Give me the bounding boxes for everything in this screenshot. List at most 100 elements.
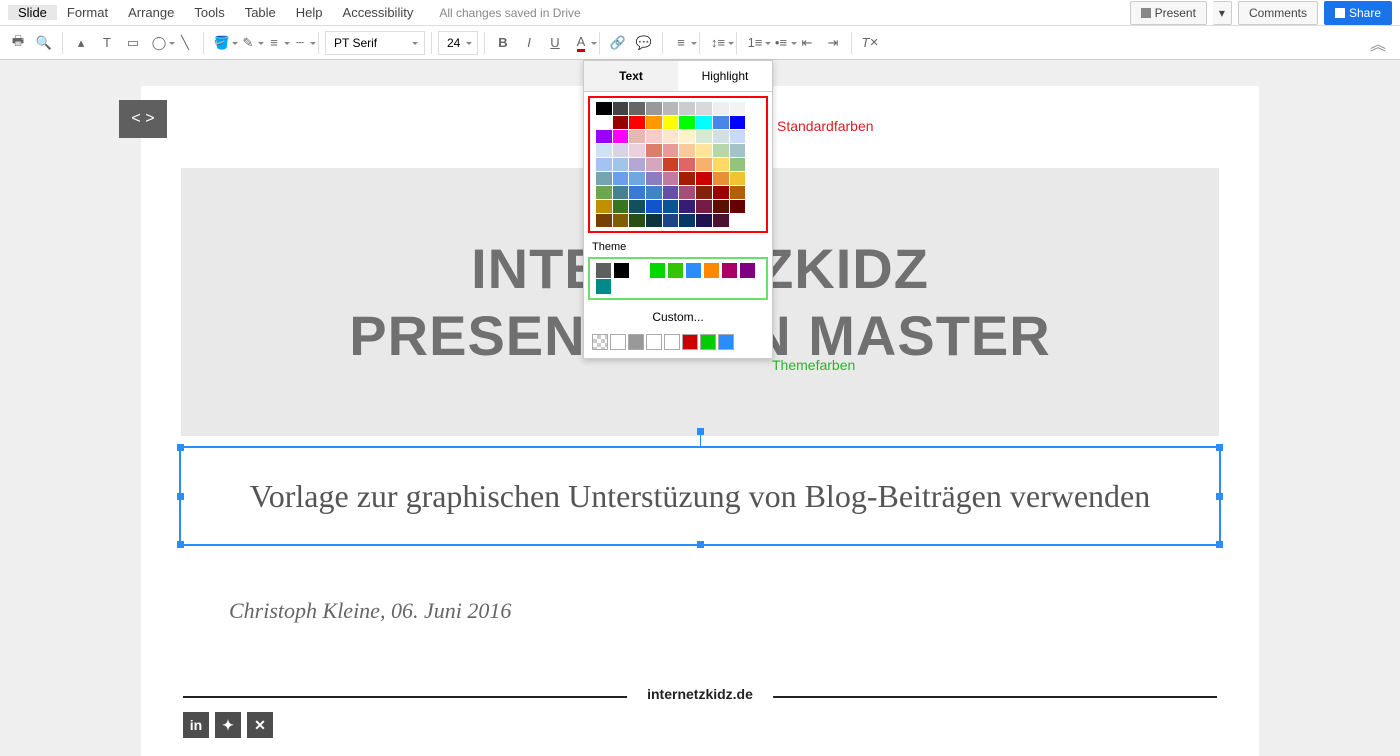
color-swatch[interactable]: [696, 144, 712, 157]
color-swatch[interactable]: [613, 186, 629, 199]
color-swatch[interactable]: [679, 158, 695, 171]
select-tool-icon[interactable]: ▴: [69, 31, 93, 55]
present-dropdown[interactable]: ▾: [1213, 1, 1232, 25]
resize-handle[interactable]: [177, 541, 184, 548]
image-tool-icon[interactable]: ▭: [121, 31, 145, 55]
resize-handle[interactable]: [177, 493, 184, 500]
color-swatch[interactable]: [629, 116, 645, 129]
color-swatch[interactable]: [679, 116, 695, 129]
color-swatch[interactable]: [713, 102, 729, 115]
no-color-swatch[interactable]: [592, 334, 608, 350]
color-swatch[interactable]: [713, 186, 729, 199]
zoom-icon[interactable]: 🔍: [32, 31, 56, 55]
line-color-icon[interactable]: ✎: [236, 31, 260, 55]
line-spacing-button[interactable]: ↕≡: [706, 31, 730, 55]
line-weight-icon[interactable]: ≡: [262, 31, 286, 55]
theme-color-swatch[interactable]: [596, 279, 611, 294]
menu-table[interactable]: Table: [235, 5, 286, 20]
custom-color-swatch[interactable]: [700, 334, 716, 350]
color-swatch[interactable]: [629, 172, 645, 185]
indent-decrease-button[interactable]: ⇤: [795, 31, 819, 55]
color-swatch[interactable]: [646, 186, 662, 199]
color-swatch[interactable]: [629, 186, 645, 199]
color-swatch[interactable]: [646, 144, 662, 157]
theme-color-swatch[interactable]: [740, 263, 755, 278]
align-button[interactable]: ≡: [669, 31, 693, 55]
color-swatch[interactable]: [730, 158, 746, 171]
color-swatch[interactable]: [713, 214, 729, 227]
color-swatch[interactable]: [646, 200, 662, 213]
font-family-select[interactable]: PT Serif: [325, 31, 425, 55]
color-swatch[interactable]: [646, 158, 662, 171]
present-button[interactable]: Present: [1130, 1, 1207, 25]
indent-increase-button[interactable]: ⇥: [821, 31, 845, 55]
color-swatch[interactable]: [613, 102, 629, 115]
color-swatch[interactable]: [696, 116, 712, 129]
color-swatch[interactable]: [596, 102, 612, 115]
color-swatch[interactable]: [663, 214, 679, 227]
theme-color-swatch[interactable]: [632, 263, 647, 278]
color-swatch[interactable]: [596, 214, 612, 227]
tab-highlight[interactable]: Highlight: [678, 61, 772, 92]
color-swatch[interactable]: [730, 144, 746, 157]
rotate-handle[interactable]: [697, 428, 704, 435]
color-swatch[interactable]: [613, 116, 629, 129]
resize-handle[interactable]: [1216, 541, 1223, 548]
italic-button[interactable]: I: [517, 31, 541, 55]
color-swatch[interactable]: [646, 130, 662, 143]
custom-color-swatch[interactable]: [610, 334, 626, 350]
custom-color-button[interactable]: Custom...: [584, 304, 772, 330]
color-swatch[interactable]: [596, 172, 612, 185]
print-icon[interactable]: 🖶: [6, 31, 30, 55]
link-button[interactable]: 🔗: [606, 31, 630, 55]
color-swatch[interactable]: [663, 158, 679, 171]
line-tool-icon[interactable]: ╲: [173, 31, 197, 55]
menu-tools[interactable]: Tools: [184, 5, 234, 20]
color-swatch[interactable]: [696, 130, 712, 143]
comment-button[interactable]: 💬: [632, 31, 656, 55]
color-swatch[interactable]: [613, 130, 629, 143]
color-swatch[interactable]: [713, 200, 729, 213]
color-swatch[interactable]: [696, 158, 712, 171]
resize-handle[interactable]: [1216, 493, 1223, 500]
color-swatch[interactable]: [663, 200, 679, 213]
bulleted-list-button[interactable]: •≡: [769, 31, 793, 55]
color-swatch[interactable]: [730, 200, 746, 213]
custom-color-swatch[interactable]: [718, 334, 734, 350]
color-swatch[interactable]: [646, 116, 662, 129]
color-swatch[interactable]: [629, 144, 645, 157]
color-swatch[interactable]: [713, 116, 729, 129]
color-swatch[interactable]: [629, 214, 645, 227]
color-swatch[interactable]: [696, 200, 712, 213]
custom-color-swatch[interactable]: [628, 334, 644, 350]
textbox-tool-icon[interactable]: T: [95, 31, 119, 55]
color-swatch[interactable]: [663, 130, 679, 143]
subtitle-textbox[interactable]: Vorlage zur graphischen Unterstüzung von…: [179, 446, 1221, 546]
menu-accessibility[interactable]: Accessibility: [333, 5, 424, 20]
custom-color-swatch[interactable]: [682, 334, 698, 350]
color-swatch[interactable]: [679, 144, 695, 157]
theme-color-swatch[interactable]: [668, 263, 683, 278]
color-swatch[interactable]: [596, 130, 612, 143]
color-swatch[interactable]: [730, 130, 746, 143]
color-swatch[interactable]: [663, 102, 679, 115]
color-swatch[interactable]: [663, 172, 679, 185]
color-swatch[interactable]: [730, 102, 746, 115]
color-swatch[interactable]: [629, 200, 645, 213]
menu-format[interactable]: Format: [57, 5, 118, 20]
line-dash-icon[interactable]: ┄: [288, 31, 312, 55]
clear-formatting-button[interactable]: T✕: [858, 31, 882, 55]
resize-handle[interactable]: [697, 541, 704, 548]
color-swatch[interactable]: [646, 172, 662, 185]
color-swatch[interactable]: [663, 116, 679, 129]
comments-button[interactable]: Comments: [1238, 1, 1318, 25]
author-text[interactable]: Christoph Kleine, 06. Juni 2016: [229, 598, 511, 624]
color-swatch[interactable]: [613, 200, 629, 213]
color-swatch[interactable]: [696, 186, 712, 199]
color-swatch[interactable]: [646, 102, 662, 115]
color-swatch[interactable]: [613, 172, 629, 185]
collapse-toolbar-icon[interactable]: ︽: [1362, 31, 1394, 55]
menu-help[interactable]: Help: [286, 5, 333, 20]
color-swatch[interactable]: [679, 186, 695, 199]
text-color-button[interactable]: A: [569, 31, 593, 55]
